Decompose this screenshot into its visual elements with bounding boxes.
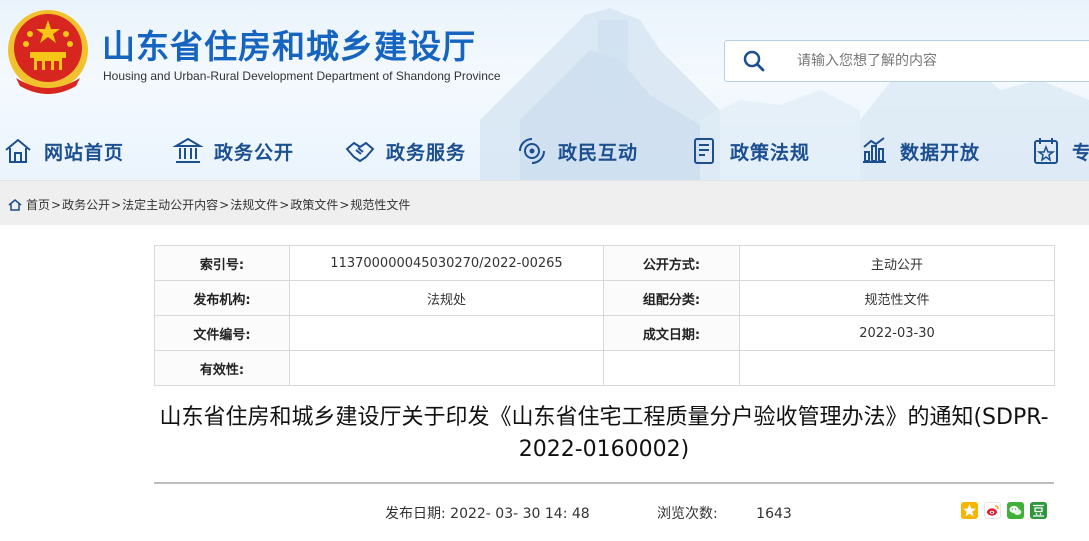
issuer-value: 法规处 [289, 280, 604, 316]
publish-date-label: 发布日期: [385, 506, 446, 522]
public-method-value: 主动公开 [739, 245, 1055, 281]
validity-value [289, 350, 604, 386]
index-number-label: 索引号: [154, 245, 290, 281]
breadcrumb-link-statutory[interactable]: 法定主动公开内容 [122, 196, 218, 213]
public-method-label: 公开方式: [603, 245, 740, 281]
nav-item-label: 网站首页 [44, 141, 125, 164]
weibo-icon[interactable] [984, 502, 1001, 519]
nav-item-services[interactable]: 政务服务 [344, 128, 466, 174]
view-count-label: 浏览次数: [657, 506, 718, 522]
share-toolbar [961, 502, 1047, 519]
nav-item-special[interactable]: 专 [1030, 128, 1089, 174]
publish-date-value: 2022- 03- 30 14: 48 [450, 506, 590, 522]
table-row: 索引号: 113700000045030270/2022-00265 公开方式:… [154, 245, 1055, 281]
nav-item-home[interactable]: 网站首页 [2, 128, 124, 174]
site-title: 山东省住房和城乡建设厅 [102, 27, 476, 66]
government-building-icon [172, 137, 204, 163]
nav-item-label: 数据开放 [900, 141, 981, 164]
nav-item-label: 政民互动 [558, 141, 639, 164]
home-icon [8, 198, 22, 211]
table-row: 发布机构: 法规处 组配分类: 规范性文件 [154, 280, 1055, 316]
breadcrumb-link-normative-docs[interactable]: 规范性文件 [350, 196, 410, 213]
bar-chart-icon [863, 137, 886, 163]
search-box[interactable] [724, 40, 1089, 82]
table-row: 文件编号: 成文日期: 2022-03-30 [154, 315, 1055, 351]
nav-item-gov-affairs[interactable]: 政务公开 [172, 128, 294, 174]
breadcrumb-link-gov-affairs[interactable]: 政务公开 [62, 196, 110, 213]
breadcrumb-link-policy-docs[interactable]: 政策文件 [290, 196, 338, 213]
nav-item-label: 政务服务 [386, 141, 467, 164]
document-info-table: 索引号: 113700000045030270/2022-00265 公开方式:… [154, 245, 1055, 386]
interaction-icon [519, 138, 545, 164]
handshake-icon [345, 141, 375, 163]
wechat-icon[interactable] [1007, 502, 1024, 519]
nav-item-open-data[interactable]: 数据开放 [858, 128, 980, 174]
doc-number-value [289, 315, 604, 351]
validity-label: 有效性: [154, 350, 290, 386]
douban-icon[interactable] [1030, 502, 1047, 519]
doc-number-label: 文件编号: [154, 315, 290, 351]
home-icon [5, 138, 31, 163]
article-title: 山东省住房和城乡建设厅关于印发《山东省住宅工程质量分户验收管理办法》的通知(SD… [159, 405, 1049, 462]
nav-item-interaction[interactable]: 政民互动 [516, 128, 638, 174]
nav-item-label: 政务公开 [214, 141, 295, 164]
table-row: 有效性: [154, 350, 1055, 386]
written-date-value: 2022-03-30 [739, 315, 1055, 351]
breadcrumb: 首页 > 政务公开 > 法定主动公开内容 > 法规文件 > 政策文件 > 规范性文件 [8, 196, 410, 213]
nav-item-label: 专 [1072, 141, 1089, 164]
view-count-value: 1643 [756, 506, 792, 522]
publish-date: 发布日期: 2022- 03- 30 14: 48 [385, 503, 590, 523]
written-date-label: 成文日期: [603, 315, 740, 351]
category-value: 规范性文件 [739, 280, 1055, 316]
breadcrumb-link-home[interactable]: 首页 [26, 196, 50, 213]
issuer-label: 发布机构: [154, 280, 290, 316]
national-emblem-logo [8, 10, 88, 94]
title-divider [154, 482, 1054, 484]
breadcrumb-bar: 首页 > 政务公开 > 法定主动公开内容 > 法规文件 > 政策文件 > 规范性文件 [0, 180, 1089, 225]
document-icon [694, 138, 714, 164]
main-nav: 网站首页 政务公开 政务服务 政民互动 政策法规 数据开放 专 [0, 128, 1089, 174]
nav-item-label: 政策法规 [730, 141, 811, 164]
index-number-value: 113700000045030270/2022-00265 [289, 245, 604, 281]
category-label: 组配分类: [603, 280, 740, 316]
nav-item-policy[interactable]: 政策法规 [688, 128, 810, 174]
view-count: 浏览次数: 1643 [657, 503, 792, 523]
site-subtitle: Housing and Urban-Rural Development Depa… [103, 69, 501, 83]
breadcrumb-link-regulations[interactable]: 法规文件 [230, 196, 278, 213]
qzone-icon[interactable] [961, 502, 978, 519]
site-header: 山东省住房和城乡建设厅 Housing and Urban-Rural Deve… [0, 0, 1089, 180]
calendar-icon [1034, 138, 1058, 164]
search-input[interactable] [797, 41, 1087, 81]
search-icon[interactable] [743, 50, 765, 72]
